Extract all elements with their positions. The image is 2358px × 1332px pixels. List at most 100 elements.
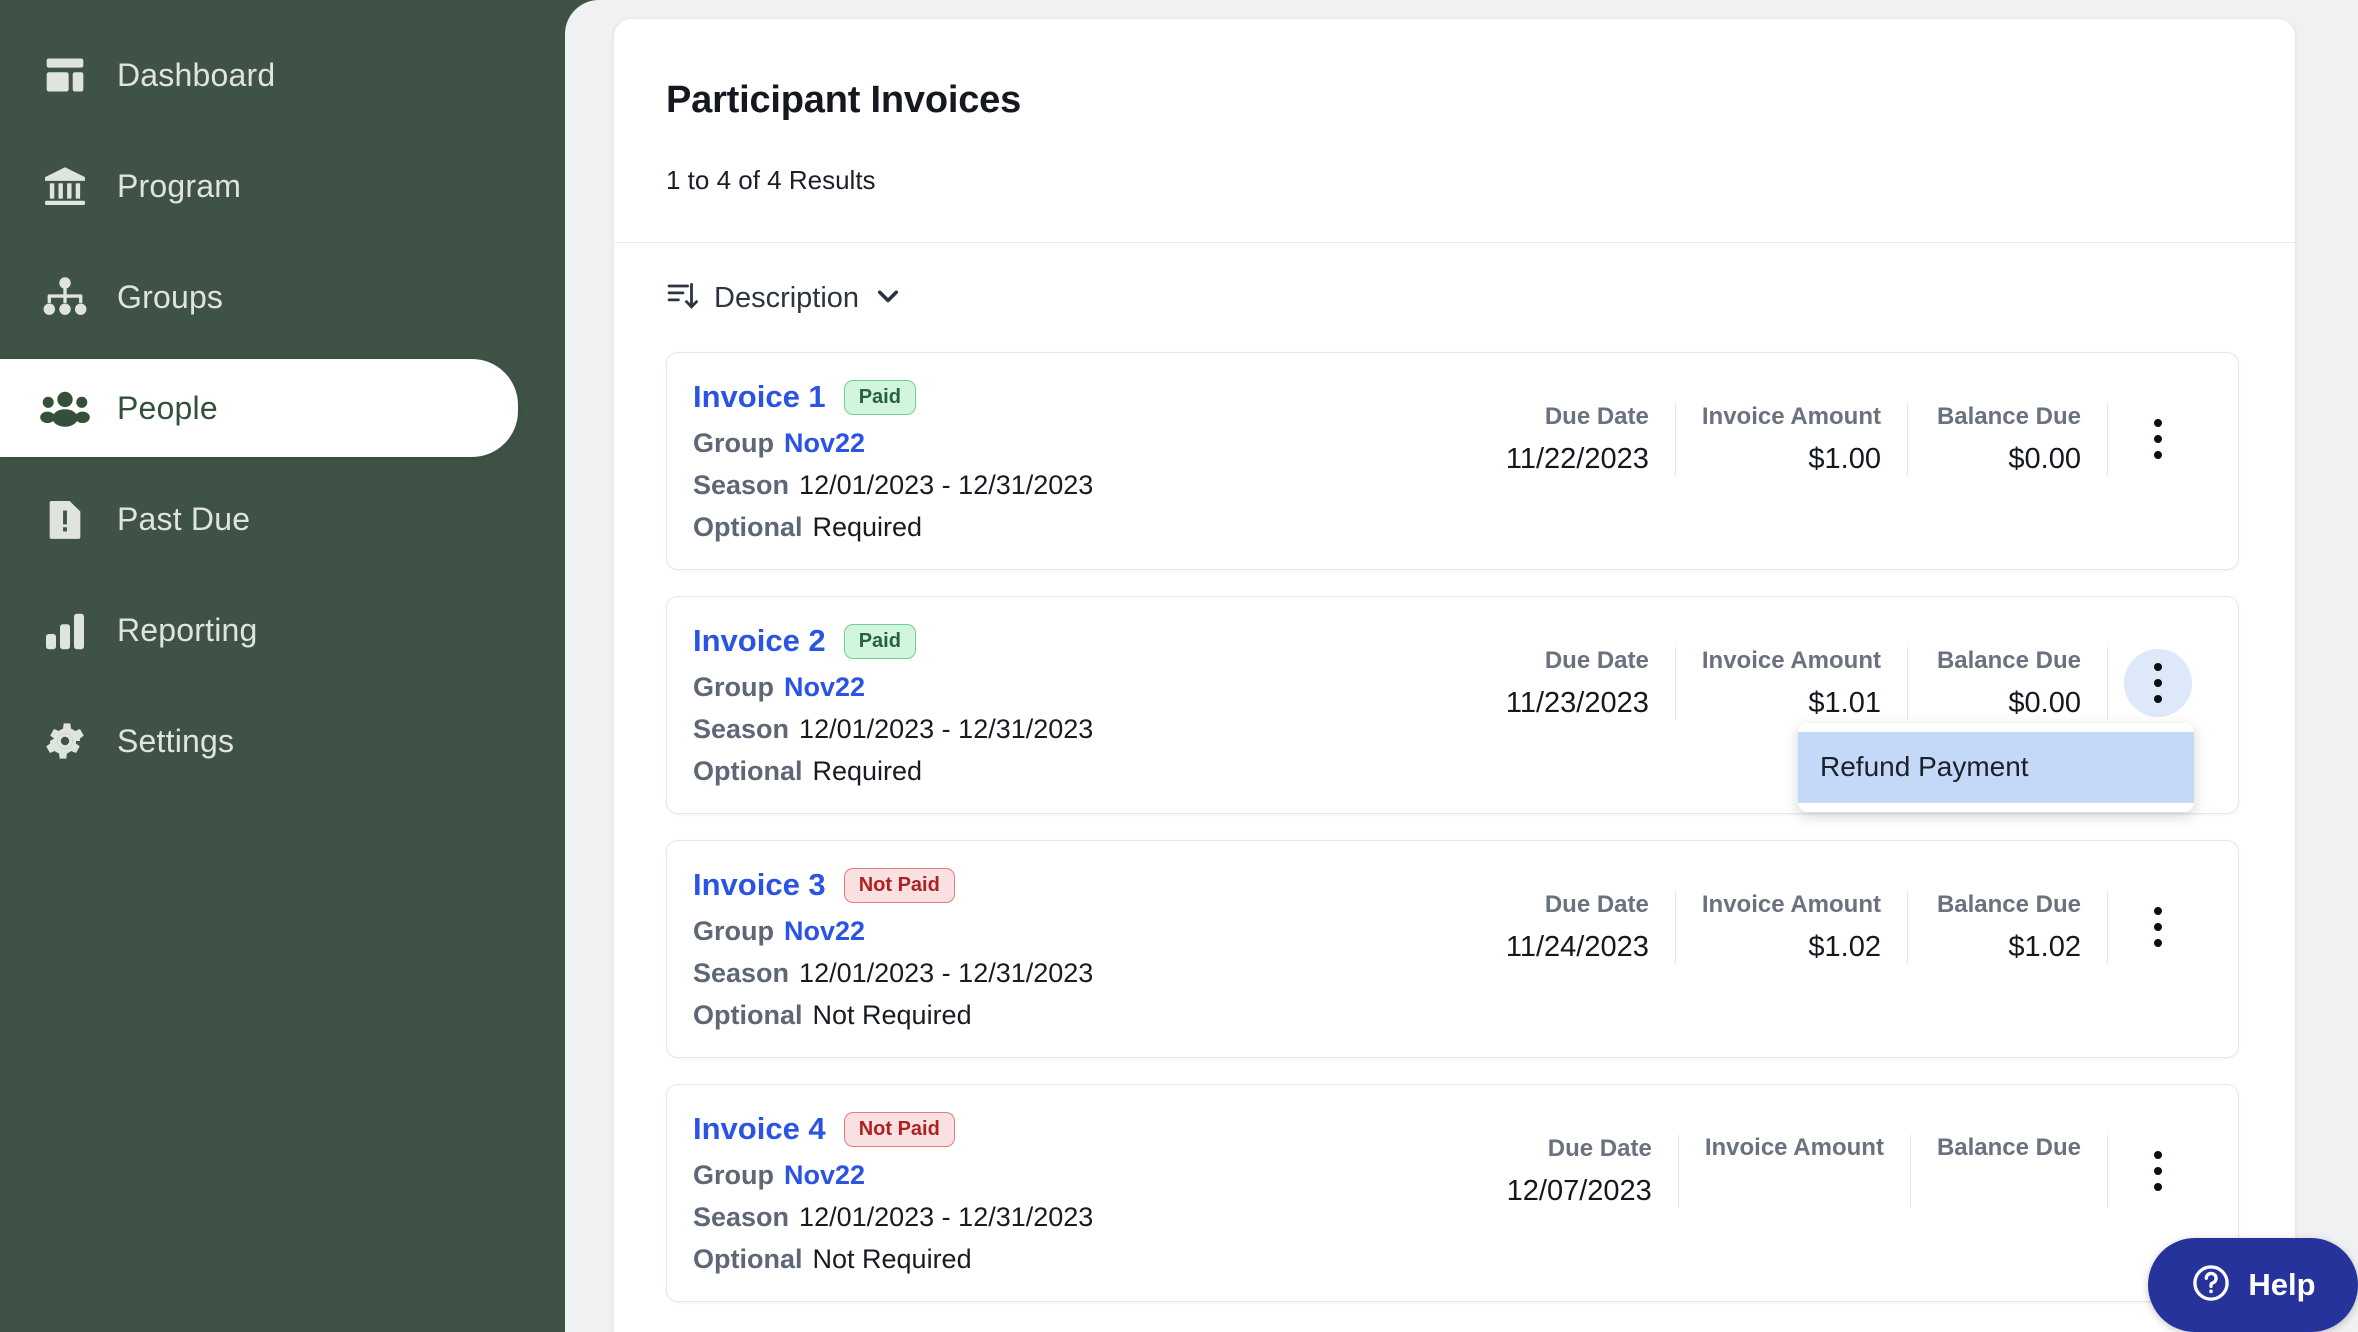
optional-label: Optional <box>693 756 803 786</box>
invoice-optional-row: Optional Not Required <box>693 1246 1479 1273</box>
bar-chart-icon <box>38 603 92 657</box>
stat-label: Due Date <box>1547 1135 1652 1162</box>
season-value: 12/01/2023 - 12/31/2023 <box>799 714 1094 744</box>
results-count: 1 to 4 of 4 Results <box>666 165 876 195</box>
stat-label: Balance Due <box>1936 891 2081 918</box>
kebab-icon <box>2154 415 2162 463</box>
optional-label: Optional <box>693 1244 803 1274</box>
invoice-card[interactable]: Invoice 3 Not Paid Group Nov22 Season 12/0… <box>666 840 2239 1058</box>
sort-field-label: Description <box>714 282 860 314</box>
people-icon <box>38 381 92 435</box>
status-badge: Not Paid <box>843 867 955 903</box>
season-label: Season <box>693 1202 790 1232</box>
invoice-stats: Due Date 11/22/2023 Invoice Amount $1.00… <box>1476 403 2208 476</box>
season-value: 12/01/2023 - 12/31/2023 <box>799 1202 1094 1232</box>
stat-due-date: Due Date 11/23/2023 <box>1476 647 1676 720</box>
invoice-menu-button[interactable] <box>2124 649 2192 717</box>
group-value-link[interactable]: Nov22 <box>784 1160 865 1190</box>
group-label: Group <box>693 916 774 946</box>
gear-icon <box>38 714 92 768</box>
stat-label: Balance Due <box>1936 403 2081 430</box>
sidebar-item-label: People <box>117 389 218 426</box>
help-button[interactable]: Help <box>2148 1238 2358 1332</box>
hierarchy-icon <box>38 270 92 324</box>
invoice-menu-button[interactable] <box>2124 405 2192 473</box>
sidebar-item-program[interactable]: Program <box>0 137 565 235</box>
invoice-menu-button[interactable] <box>2124 1137 2192 1205</box>
invoice-list: Invoice 1 Paid Group Nov22 Season 12/01/20… <box>666 352 2239 1302</box>
stat-label: Due Date <box>1544 403 1649 430</box>
sort-control[interactable]: Description <box>666 279 903 318</box>
invoice-stats: Due Date 11/24/2023 Invoice Amount $1.02… <box>1476 891 2208 964</box>
app-root: Dashboard Program Groups People Past Due… <box>0 0 2358 1332</box>
invoice-optional-row: Optional Not Required <box>693 1002 1476 1029</box>
optional-label: Optional <box>693 512 803 542</box>
invoice-card[interactable]: Invoice 2 Paid Group Nov22 Season 12/01/20… <box>666 596 2239 814</box>
sidebar-item-reporting[interactable]: Reporting <box>0 581 565 679</box>
kebab-icon <box>2154 659 2162 707</box>
sidebar-item-label: Settings <box>117 722 235 759</box>
invoice-season-row: Season 12/01/2023 - 12/31/2023 <box>693 1204 1479 1231</box>
invoice-name-link[interactable]: Invoice 2 <box>693 623 826 659</box>
invoice-card[interactable]: Invoice 1 Paid Group Nov22 Season 12/01/20… <box>666 352 2239 570</box>
invoice-season-row: Season 12/01/2023 - 12/31/2023 <box>693 960 1476 987</box>
optional-value: Not Required <box>812 1000 972 1030</box>
stat-label: Invoice Amount <box>1701 403 1881 430</box>
invoice-group-row: Group Nov22 <box>693 674 1476 701</box>
stat-due-date: Due Date 11/24/2023 <box>1476 891 1676 964</box>
invoice-stats: Due Date 12/07/2023 Invoice Amount Balan… <box>1479 1134 2208 1208</box>
invoice-name-link[interactable]: Invoice 3 <box>693 867 826 903</box>
invoice-group-row: Group Nov22 <box>693 430 1476 457</box>
optional-label: Optional <box>693 1000 803 1030</box>
invoice-details: Invoice 3 Not Paid Group Nov22 Season 12/0… <box>693 867 1476 1029</box>
optional-value: Required <box>812 756 923 786</box>
invoice-title-row: Invoice 1 Paid <box>693 379 1476 415</box>
invoices-panel: Participant Invoices 1 to 4 of 4 Results… <box>613 18 2296 1332</box>
invoice-menu-button[interactable] <box>2124 893 2192 961</box>
invoice-actions <box>2108 1135 2208 1208</box>
stat-value: 12/07/2023 <box>1506 1175 1652 1207</box>
invoice-actions: Refund Payment <box>1798 647 2208 812</box>
invoice-stats: Due Date 11/23/2023 Invoice Amount $1.01… <box>1476 647 2208 812</box>
sidebar-item-groups[interactable]: Groups <box>0 248 565 346</box>
stat-invoice-amount: Invoice Amount $1.01 <box>1676 647 1908 720</box>
optional-value: Not Required <box>812 1244 972 1274</box>
stat-value: 11/24/2023 <box>1505 931 1649 963</box>
invoice-season-row: Season 12/01/2023 - 12/31/2023 <box>693 472 1476 499</box>
invoice-card[interactable]: Invoice 4 Not Paid Group Nov22 Season 12/0… <box>666 1084 2239 1302</box>
stat-balance-due: Balance Due $0.00 <box>1908 647 2108 720</box>
stat-balance-due: Balance Due $0.00 <box>1908 403 2108 476</box>
invoice-actions <box>2108 403 2208 476</box>
sidebar-item-people[interactable]: People <box>0 359 518 457</box>
stat-invoice-amount: Invoice Amount <box>1679 1134 1911 1208</box>
sort-descending-icon <box>666 279 700 318</box>
group-label: Group <box>693 672 774 702</box>
stat-value: $1.02 <box>2008 931 2081 963</box>
optional-value: Required <box>812 512 923 542</box>
sidebar-item-past-due[interactable]: Past Due <box>0 470 565 568</box>
stat-due-date: Due Date 11/22/2023 <box>1476 403 1676 476</box>
stat-invoice-amount: Invoice Amount $1.02 <box>1676 891 1908 964</box>
group-value-link[interactable]: Nov22 <box>784 672 865 702</box>
divider <box>614 242 2295 243</box>
stat-value: $0.00 <box>2008 443 2081 475</box>
invoice-name-link[interactable]: Invoice 4 <box>693 1111 826 1147</box>
stat-value: $1.00 <box>1808 443 1881 475</box>
stat-label: Due Date <box>1544 647 1649 674</box>
sidebar-item-settings[interactable]: Settings <box>0 692 565 790</box>
chevron-down-icon[interactable] <box>873 281 903 316</box>
invoice-name-link[interactable]: Invoice 1 <box>693 379 826 415</box>
group-value-link[interactable]: Nov22 <box>784 916 865 946</box>
stat-value: $1.01 <box>1808 687 1881 719</box>
invoice-details: Invoice 1 Paid Group Nov22 Season 12/01/20… <box>693 379 1476 541</box>
status-badge: Paid <box>843 623 916 659</box>
invoice-group-row: Group Nov22 <box>693 918 1476 945</box>
season-label: Season <box>693 714 790 744</box>
sidebar-item-dashboard[interactable]: Dashboard <box>0 26 565 124</box>
group-label: Group <box>693 428 774 458</box>
sidebar: Dashboard Program Groups People Past Due… <box>0 0 565 1332</box>
group-value-link[interactable]: Nov22 <box>784 428 865 458</box>
page-title: Participant Invoices <box>666 79 1022 121</box>
status-badge: Not Paid <box>843 1111 955 1147</box>
menu-item-refund-payment[interactable]: Refund Payment <box>1798 732 2194 803</box>
